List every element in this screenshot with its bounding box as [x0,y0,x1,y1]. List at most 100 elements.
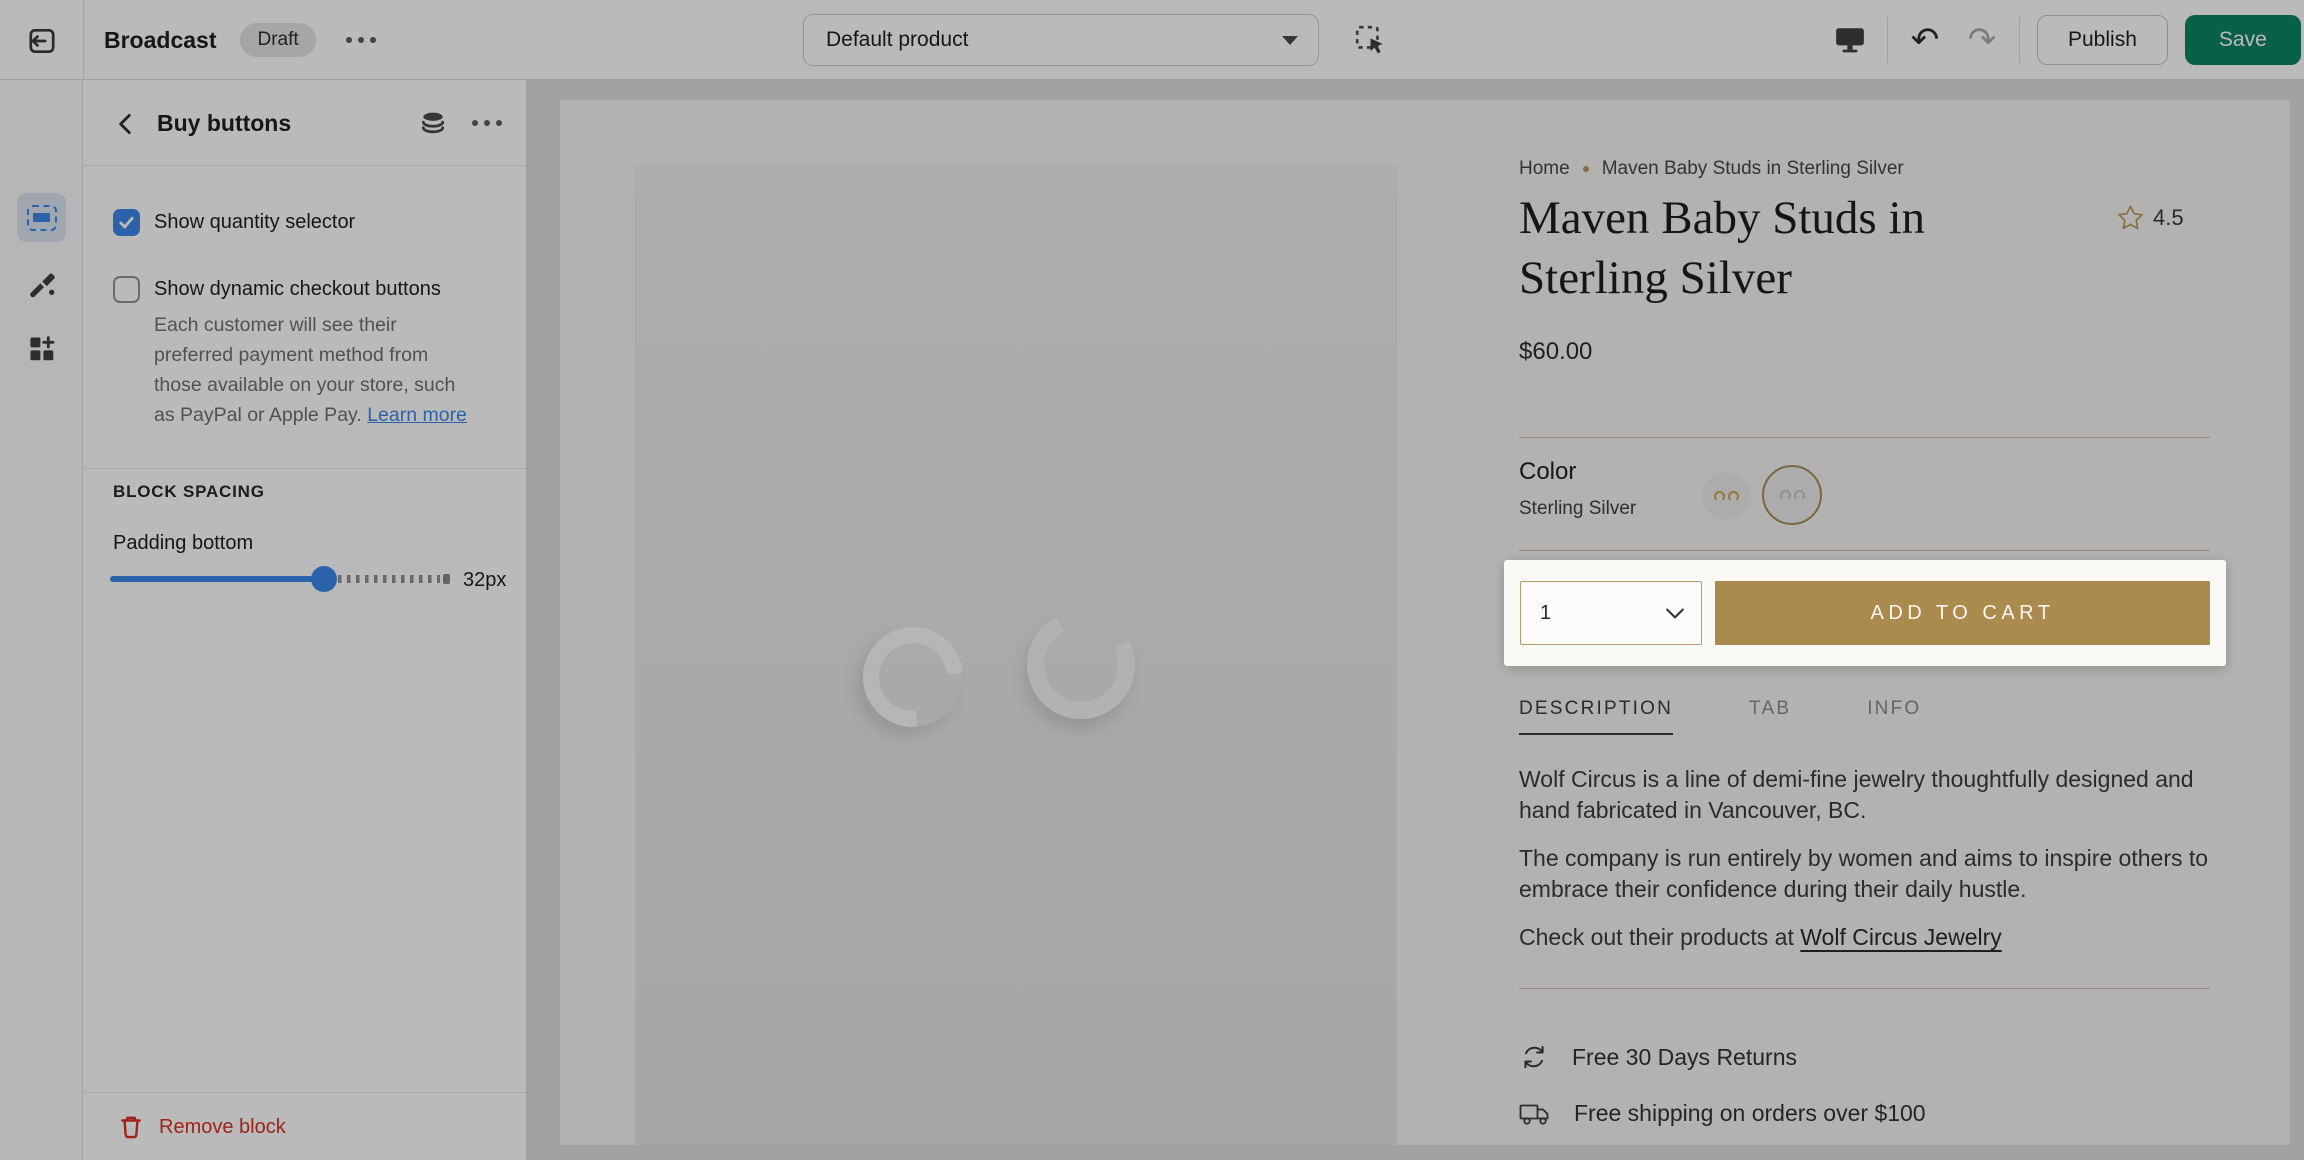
slider-thumb[interactable] [311,566,337,592]
undo-icon: ↶ [1911,23,1940,57]
nav-sections-button[interactable] [17,193,66,242]
perk-label: Free shipping on orders over $100 [1574,1100,1926,1127]
theme-name: Broadcast [104,27,216,54]
chevron-left-icon [114,111,136,137]
show-dynamic-checkout-checkbox[interactable] [113,276,140,303]
description-paragraph: Check out their products at Wolf Circus … [1519,922,2210,953]
product-price: $60.00 [1519,338,1592,366]
product-image[interactable] [635,165,1397,1145]
quantity-selector[interactable]: 1 [1520,581,1702,645]
quantity-value: 1 [1540,602,1665,625]
tab-info[interactable]: INFO [1867,698,1921,735]
add-to-cart-button[interactable]: ADD TO CART [1715,581,2210,645]
perk-returns: Free 30 Days Returns [1519,1042,1797,1072]
rating-value: 4.5 [2153,205,2184,231]
refresh-icon [1519,1042,1549,1072]
publish-button[interactable]: Publish [2037,15,2168,65]
theme-editor: Broadcast Draft Default product [0,0,2304,1160]
checkbox-label: Show dynamic checkout buttons [154,278,441,301]
divider [1519,437,2210,438]
perk-shipping: Free shipping on orders over $100 [1519,1100,1926,1127]
product-tabs: DESCRIPTION TAB INFO [1519,698,1921,735]
learn-more-link[interactable]: Learn more [367,404,467,426]
divider [83,0,84,80]
slider-track-end [443,574,450,584]
padding-bottom-label: Padding bottom [113,532,253,555]
earring-left [843,607,984,748]
redo-button[interactable]: ↷ [1962,20,2002,60]
panel-title: Buy buttons [157,80,291,166]
divider [83,468,526,469]
description-paragraph: The company is run entirely by women and… [1519,843,2210,905]
breadcrumb-separator [1583,166,1589,172]
truck-icon [1519,1101,1551,1127]
wolf-circus-jewelry-link[interactable]: Wolf Circus Jewelry [1800,924,2002,950]
show-quantity-selector-checkbox[interactable] [113,209,140,236]
stack-icon [419,109,447,137]
editor-nav-rail [0,80,83,1160]
trash-icon [119,1114,143,1140]
theme-options-menu-button[interactable] [340,31,382,49]
color-swatch-sterling-silver-selected[interactable] [1762,465,1822,525]
show-dynamic-checkout-row: Show dynamic checkout buttons [113,276,441,303]
perk-label: Free 30 Days Returns [1572,1044,1797,1071]
swatch-thumbnail [1714,491,1725,502]
status-badge: Draft [240,23,315,57]
remove-block-button[interactable]: Remove block [119,1105,286,1149]
star-icon [2117,204,2144,231]
marquee-select-icon [1354,24,1386,56]
save-button[interactable]: Save [2185,15,2301,65]
description-paragraph: Wolf Circus is a line of demi-fine jewel… [1519,764,2210,826]
slider-fill [110,576,324,582]
dynamic-checkout-help-text: Each customer will see their preferred p… [154,310,476,430]
product-selector-dropdown[interactable]: Default product [803,14,1319,66]
swatch-thumbnail [1780,490,1791,501]
product-description: Wolf Circus is a line of demi-fine jewel… [1519,764,2210,970]
block-options-menu-button[interactable] [466,114,508,132]
exit-editor-button[interactable] [24,23,60,59]
product-title: Maven Baby Studs in Sterling Silver [1519,188,1999,308]
paintbrush-icon [27,269,57,299]
swatch-thumbnail [1728,491,1739,502]
product-selector-value: Default product [826,28,1282,52]
nav-apps-button[interactable] [26,333,58,365]
breadcrumb-home-link[interactable]: Home [1519,158,1570,180]
breadcrumb: Home Maven Baby Studs in Sterling Silver [1519,158,1904,180]
color-option-label: Color [1519,458,1576,486]
dynamic-source-button[interactable] [416,106,450,140]
color-option-value: Sterling Silver [1519,498,1636,520]
sections-icon [27,205,57,231]
redo-icon: ↷ [1968,23,1997,57]
swatch-thumbnail [1794,490,1805,501]
block-spacing-header: BLOCK SPACING [113,482,265,502]
preview-device-button[interactable] [1830,20,1870,60]
undo-button[interactable]: ↶ [1905,20,1945,60]
color-swatch-gold[interactable] [1702,472,1750,520]
tab-description[interactable]: DESCRIPTION [1519,698,1673,735]
panel-header: Buy buttons [83,80,526,166]
apps-icon [27,334,57,364]
show-quantity-selector-row: Show quantity selector [113,209,355,236]
nav-theme-settings-button[interactable] [26,268,58,300]
product-rating: 4.5 [2117,204,2184,231]
chevron-down-icon [1665,607,1685,620]
exit-icon [26,25,58,57]
inspect-select-button[interactable] [1352,22,1388,58]
checkbox-label: Show quantity selector [154,211,355,234]
desktop-icon [1834,24,1866,56]
divider [1519,550,2210,551]
divider [2019,17,2020,63]
tab-tab[interactable]: TAB [1749,698,1791,735]
padding-bottom-slider[interactable] [110,566,450,592]
block-settings-panel: Buy buttons Show quantity [83,80,527,1160]
divider [1887,17,1888,63]
divider [83,1092,526,1093]
check-icon [118,214,135,231]
breadcrumb-current: Maven Baby Studs in Sterling Silver [1602,158,1904,180]
top-bar: Broadcast Draft Default product [0,0,2304,80]
padding-bottom-value: 32px [463,569,506,592]
back-button[interactable] [109,108,141,140]
earring-right [1013,597,1149,733]
divider [1519,988,2210,989]
chevron-down-icon [1282,36,1298,45]
